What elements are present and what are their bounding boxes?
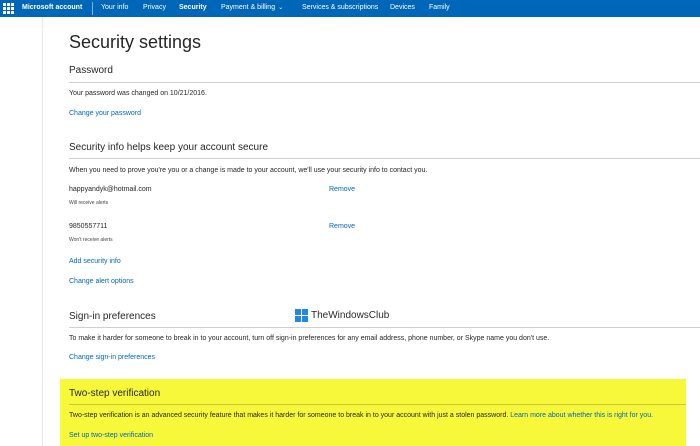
nav-your-info[interactable]: Your info [101, 4, 128, 11]
security-info-phone-note: Won't receive alerts [69, 237, 113, 243]
add-security-info-link[interactable]: Add security info [69, 258, 121, 265]
nav-divider [92, 2, 93, 15]
security-info-heading: Security info helps keep your account se… [69, 142, 268, 153]
sign-in-heading: Sign-in preferences [69, 311, 156, 322]
nav-devices[interactable]: Devices [390, 4, 415, 11]
nav-payment-billing[interactable]: Payment & billing ⌄ [221, 4, 283, 11]
app-launcher-icon[interactable] [3, 3, 14, 14]
brand-title[interactable]: Microsoft account [22, 4, 82, 11]
page-title: Security settings [69, 32, 202, 52]
two-step-divider [69, 404, 686, 405]
change-sign-in-link[interactable]: Change sign-in preferences [69, 354, 155, 361]
setup-two-step-link[interactable]: Set up two-step verification [69, 432, 153, 439]
remove-phone-link[interactable]: Remove [329, 223, 355, 230]
watermark-text: TheWindowsClub [311, 309, 390, 321]
security-info-description: When you need to prove you're you or a c… [69, 167, 428, 174]
top-nav-bar: Microsoft account Your info Privacy Secu… [0, 0, 700, 17]
left-divider [42, 17, 43, 446]
two-step-description: Two-step verification is an advanced sec… [69, 412, 653, 419]
security-info-email: happyandyk@hotmail.com [69, 186, 152, 193]
security-info-email-note: Will receive alerts [69, 200, 109, 206]
password-changed-text: Your password was changed on 10/21/2016. [69, 90, 207, 97]
nav-security[interactable]: Security [179, 4, 207, 11]
password-heading: Password [69, 65, 113, 76]
remove-email-link[interactable]: Remove [329, 186, 355, 193]
change-password-link[interactable]: Change your password [69, 110, 141, 117]
sign-in-description: To make it harder for someone to break i… [69, 335, 550, 342]
two-step-description-text: Two-step verification is an advanced sec… [69, 412, 509, 419]
watermark: TheWindowsClub [295, 307, 389, 323]
nav-privacy[interactable]: Privacy [143, 4, 166, 11]
windows-logo-icon [295, 308, 308, 322]
learn-more-link[interactable]: Learn more about whether this is right f… [510, 412, 653, 419]
nav-payment-billing-label: Payment & billing [221, 4, 276, 11]
sign-in-divider [69, 327, 700, 328]
nav-family[interactable]: Family [429, 4, 450, 11]
password-divider [69, 82, 700, 83]
nav-services-subscriptions[interactable]: Services & subscriptions [302, 4, 378, 11]
chevron-down-icon: ⌄ [278, 5, 284, 11]
security-info-divider [69, 158, 700, 159]
two-step-heading: Two-step verification [69, 388, 161, 399]
change-alert-options-link[interactable]: Change alert options [69, 278, 134, 285]
security-info-phone: 9850557711 [69, 223, 108, 230]
